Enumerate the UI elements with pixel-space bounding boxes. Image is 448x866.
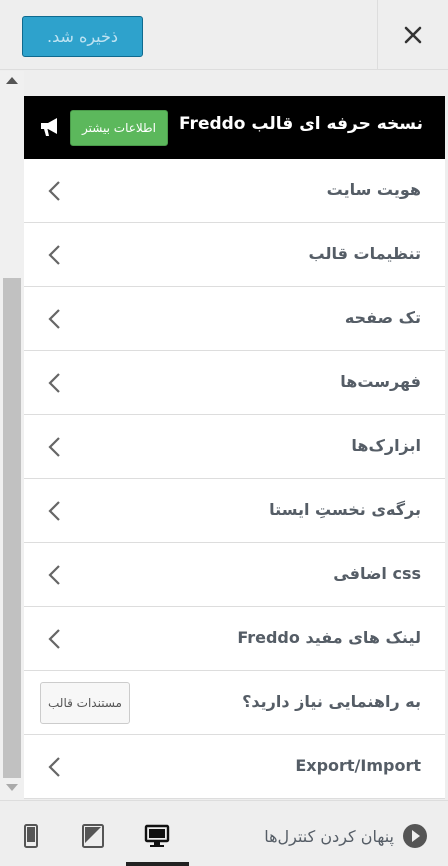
menu-item-label: فهرست‌ها	[340, 372, 421, 391]
active-device-indicator	[126, 862, 189, 866]
chevron-left-icon	[48, 181, 60, 201]
menu-item-menus[interactable]: فهرست‌ها	[24, 351, 445, 415]
scroll-thumb[interactable]	[3, 278, 21, 778]
hide-controls-label: پنهان کردن کنترل‌ها	[264, 826, 394, 846]
menu-item-label: تک صفحه	[344, 308, 421, 327]
chevron-left-icon	[48, 373, 60, 393]
pro-version-banner: نسخه حرفه ای قالب Freddo اطلاعات بیشتر	[24, 96, 445, 159]
menu-item-site-identity[interactable]: هویت سایت	[24, 159, 445, 223]
chevron-left-icon	[48, 629, 60, 649]
menu-item-theme-settings[interactable]: تنظیمات قالب	[24, 223, 445, 287]
close-button[interactable]	[377, 0, 448, 70]
hide-controls-button[interactable]: پنهان کردن کنترل‌ها	[264, 823, 428, 849]
menu-item-single-page[interactable]: تک صفحه	[24, 287, 445, 351]
menu-item-label: ابزارک‌ها	[351, 436, 421, 455]
scroll-down-arrow-icon[interactable]	[6, 784, 18, 791]
menu-item-widgets[interactable]: ابزارک‌ها	[24, 415, 445, 479]
menu-item-export-import[interactable]: Export/Import	[24, 735, 445, 799]
chevron-left-icon	[48, 309, 60, 329]
menu-item-useful-links[interactable]: لینک های مفید Freddo	[24, 607, 445, 671]
menu-item-label: لینک های مفید Freddo	[237, 628, 421, 647]
menu-item-static-front-page[interactable]: برگه‌ی نخستِ ایستا	[24, 479, 445, 543]
theme-docs-button[interactable]: مستندات قالب	[40, 682, 130, 724]
chevron-left-icon	[48, 501, 60, 521]
menu-item-label: هویت سایت	[326, 180, 421, 199]
more-info-button[interactable]: اطلاعات بیشتر	[70, 110, 168, 146]
menu-item-label: Export/Import	[295, 756, 421, 775]
menu-item-label: برگه‌ی نخستِ ایستا	[269, 500, 421, 519]
menu-item-label: تنظیمات قالب	[308, 244, 421, 263]
save-button[interactable]: ذخیره شد.	[22, 16, 143, 57]
help-label: به راهنمایی نیاز دارید؟	[242, 692, 421, 711]
pro-version-title: نسخه حرفه ای قالب Freddo	[179, 114, 423, 134]
customizer-footer: پنهان کردن کنترل‌ها	[0, 800, 448, 866]
mobile-preview-icon[interactable]	[18, 823, 44, 849]
chevron-left-icon	[48, 245, 60, 265]
megaphone-icon	[41, 118, 57, 136]
customizer-header: ذخیره شد.	[0, 0, 448, 70]
menu-item-label: css اضافی	[333, 564, 421, 583]
collapse-icon	[403, 824, 427, 848]
chevron-left-icon	[48, 437, 60, 457]
customizer-panel: نسخه حرفه ای قالب Freddo اطلاعات بیشتر ه…	[24, 96, 445, 799]
chevron-left-icon	[48, 565, 60, 585]
chevron-left-icon	[48, 757, 60, 777]
close-icon	[404, 26, 422, 44]
help-section: به راهنمایی نیاز دارید؟ مستندات قالب	[24, 671, 445, 735]
scrollbar[interactable]	[0, 71, 24, 800]
tablet-preview-icon[interactable]	[80, 823, 106, 849]
menu-item-additional-css[interactable]: css اضافی	[24, 543, 445, 607]
scroll-up-arrow-icon[interactable]	[6, 77, 18, 84]
desktop-preview-icon[interactable]	[144, 823, 170, 849]
